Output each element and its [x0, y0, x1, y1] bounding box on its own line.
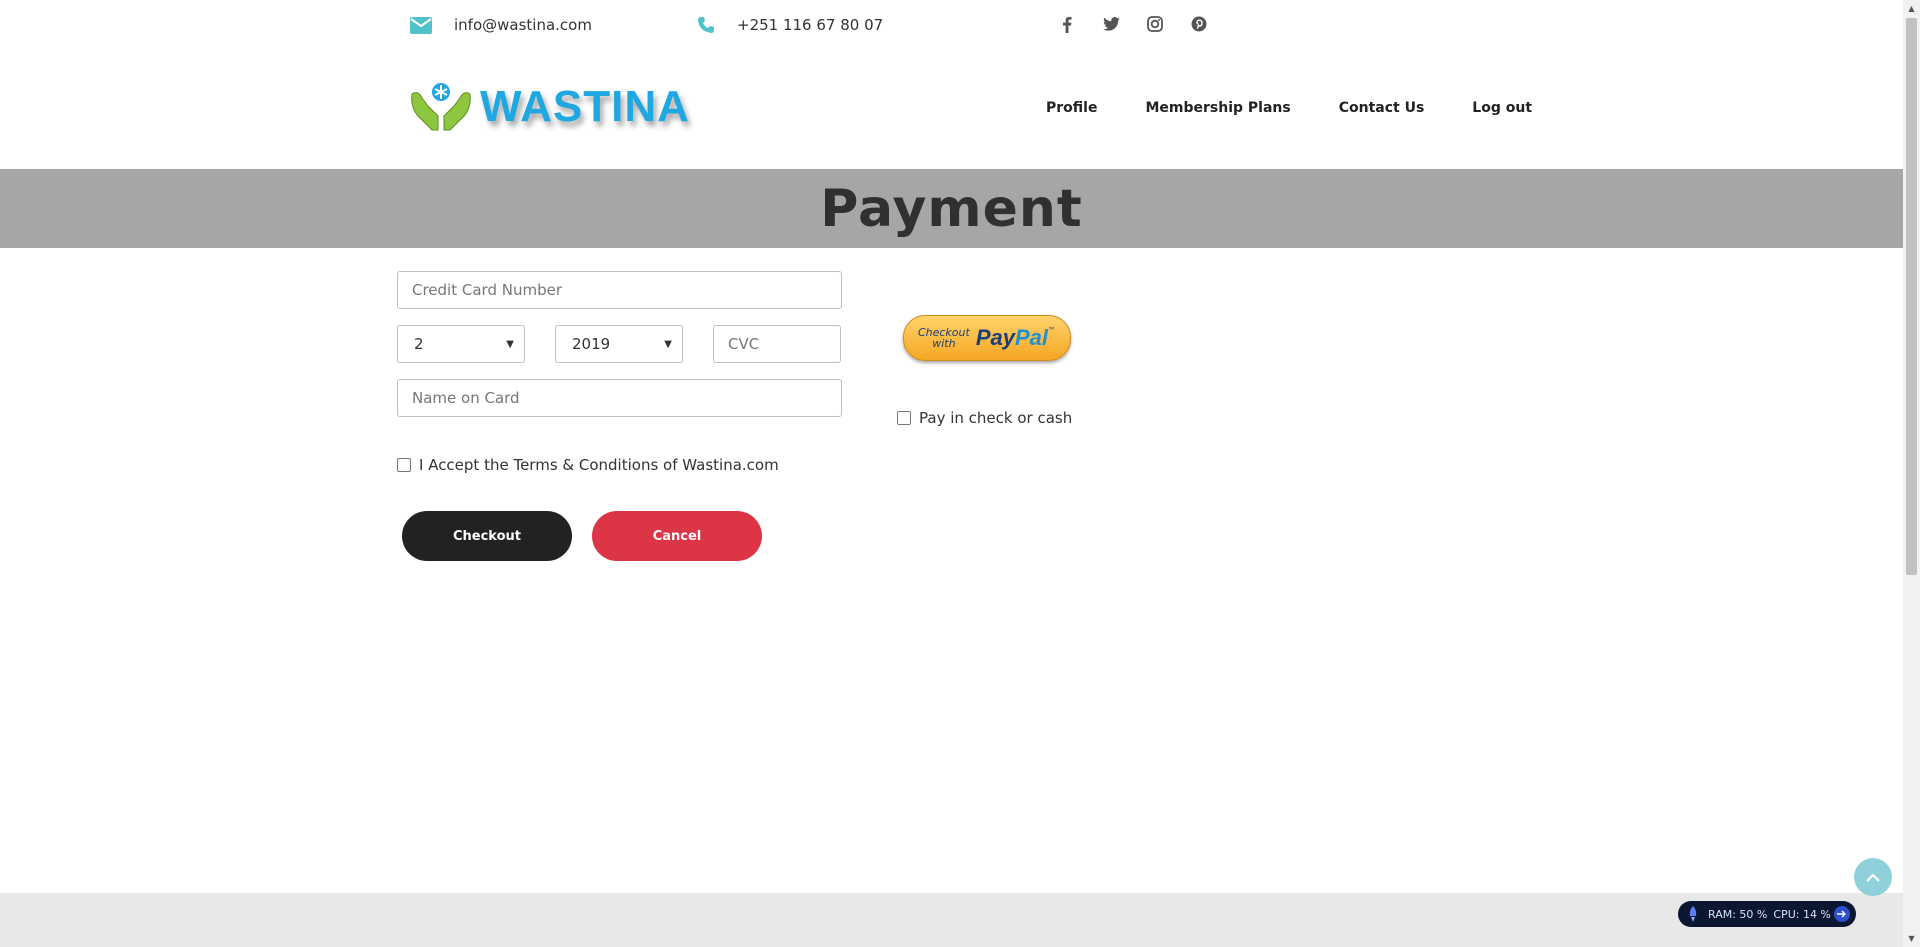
- logo-text: WASTINA: [480, 82, 690, 131]
- card-number-input[interactable]: [410, 280, 829, 300]
- expiry-year-value: 2019: [572, 335, 611, 353]
- instagram-icon[interactable]: [1146, 15, 1164, 33]
- contact-phone[interactable]: +251 116 67 80 07: [697, 14, 883, 36]
- system-monitor-widget[interactable]: RAM: 50 % CPU: 14 %: [1678, 901, 1856, 927]
- phone-text[interactable]: +251 116 67 80 07: [737, 16, 883, 34]
- cancel-button[interactable]: Cancel: [592, 511, 762, 561]
- page-banner: Payment: [0, 169, 1903, 248]
- page: info@wastina.com +251 116 67 80 07 WASTI…: [0, 0, 1903, 947]
- ram-usage: RAM: 50 %: [1708, 907, 1768, 921]
- name-on-card-input[interactable]: [410, 388, 829, 408]
- card-number-field[interactable]: [397, 271, 842, 309]
- nav-membership-plans[interactable]: Membership Plans: [1145, 100, 1290, 116]
- envelope-icon: [410, 16, 432, 34]
- paypal-brand-pay: Pay: [975, 325, 1015, 350]
- pinterest-icon[interactable]: [1190, 15, 1208, 33]
- paypal-brand-pal: Pal: [1014, 325, 1049, 350]
- scroll-down-arrow-icon[interactable]: ▼: [1903, 930, 1920, 947]
- paypal-checkout-button[interactable]: Checkout with Pay Pal ™: [903, 315, 1071, 361]
- hands-caduceus-logo-icon: [408, 76, 474, 138]
- site-header: WASTINA Profile Membership Plans Contact…: [0, 50, 1903, 169]
- terms-checkbox[interactable]: [397, 458, 411, 472]
- paypal-tm: ™: [1048, 326, 1057, 335]
- name-on-card-field[interactable]: [397, 379, 842, 417]
- facebook-icon[interactable]: [1058, 15, 1076, 33]
- page-title: Payment: [820, 178, 1083, 239]
- pay-check-label: Pay in check or cash: [919, 409, 1073, 427]
- twitter-icon[interactable]: [1102, 15, 1120, 33]
- cvc-input[interactable]: [726, 334, 828, 354]
- email-text[interactable]: info@wastina.com: [454, 16, 592, 34]
- top-contact-bar: info@wastina.com +251 116 67 80 07: [0, 0, 1903, 50]
- nav-contact-us[interactable]: Contact Us: [1339, 100, 1425, 116]
- terms-checkbox-row: I Accept the Terms & Conditions of Wasti…: [397, 456, 779, 474]
- checkout-button[interactable]: Checkout: [402, 511, 572, 561]
- chevron-up-icon: [1865, 868, 1881, 887]
- social-links: [1058, 15, 1208, 33]
- scrollbar-thumb[interactable]: [1906, 18, 1917, 575]
- pay-check-row: Pay in check or cash: [897, 409, 1072, 427]
- cvc-field[interactable]: [713, 325, 841, 363]
- back-to-top-button[interactable]: [1854, 858, 1892, 896]
- paypal-checkout-with-text: Checkout with: [918, 327, 970, 349]
- dropdown-arrow-icon: ▼: [664, 338, 672, 350]
- cpu-usage: CPU: 14 %: [1773, 907, 1831, 921]
- nav-profile[interactable]: Profile: [1046, 100, 1097, 116]
- arrow-right-icon[interactable]: [1834, 906, 1850, 922]
- terms-label: I Accept the Terms & Conditions of Wasti…: [419, 456, 779, 474]
- rocket-icon: [1688, 906, 1698, 922]
- phone-icon: [697, 16, 715, 34]
- footer: [0, 893, 1903, 947]
- expiry-month-select[interactable]: 2 ▼: [397, 325, 525, 363]
- pay-check-checkbox[interactable]: [897, 411, 911, 425]
- page-scrollbar[interactable]: ▲ ▼: [1903, 0, 1920, 947]
- contact-email[interactable]: info@wastina.com: [410, 14, 592, 36]
- dropdown-arrow-icon: ▼: [506, 338, 514, 350]
- scroll-up-arrow-icon[interactable]: ▲: [1903, 0, 1920, 17]
- expiry-year-select[interactable]: 2019 ▼: [555, 325, 683, 363]
- main-nav: Profile Membership Plans Contact Us Log …: [1046, 100, 1580, 116]
- site-logo[interactable]: WASTINA: [408, 76, 690, 138]
- nav-log-out[interactable]: Log out: [1472, 100, 1532, 116]
- paypal-line2: with: [932, 337, 956, 350]
- expiry-month-value: 2: [414, 335, 424, 353]
